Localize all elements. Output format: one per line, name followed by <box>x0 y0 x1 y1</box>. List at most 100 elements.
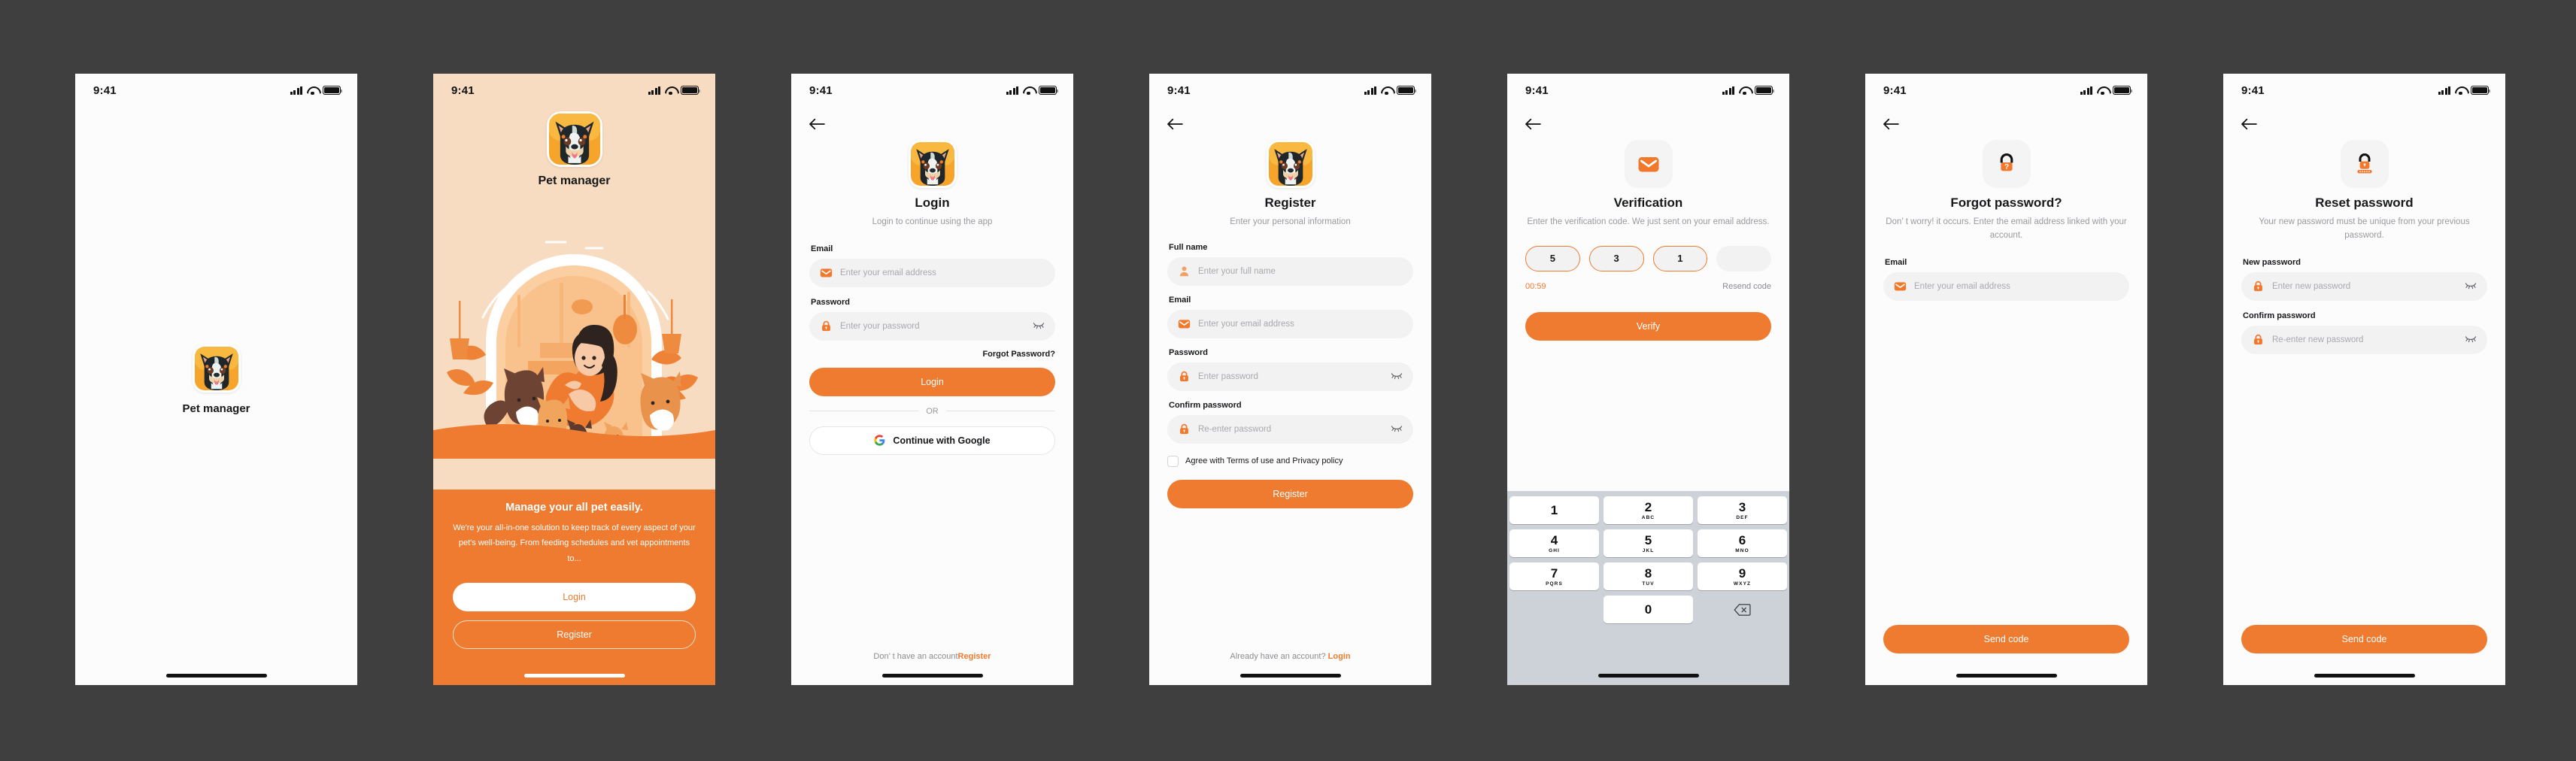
cellular-signal-icon <box>2080 86 2092 95</box>
eye-off-icon[interactable] <box>1391 372 1403 380</box>
password-label: Password <box>1169 347 1208 357</box>
email-field[interactable]: Enter your email address <box>809 258 1055 287</box>
key-5[interactable]: 5 JKL <box>1604 529 1693 557</box>
confirm-password-field[interactable]: Re-enter password <box>1167 414 1413 444</box>
cellular-signal-icon <box>648 86 660 95</box>
page-title: Register <box>1264 196 1316 210</box>
eye-off-icon[interactable] <box>2465 282 2477 290</box>
status-bar: 9:41 <box>433 74 715 107</box>
back-button[interactable] <box>1882 114 1901 134</box>
login-link[interactable]: Login <box>1328 652 1351 661</box>
cellular-signal-icon <box>1722 86 1734 95</box>
battery-icon <box>681 86 701 95</box>
arrow-left-icon <box>1166 117 1184 131</box>
key-1[interactable]: 1 <box>1509 496 1599 524</box>
continue-with-google-button[interactable]: Continue with Google <box>809 426 1055 455</box>
google-g-icon <box>874 435 885 446</box>
eye-off-icon[interactable] <box>1391 425 1403 433</box>
phone-verification: 9:41 Verification Enter the verification… <box>1507 74 1789 685</box>
register-prompt-text: Don’ t have an account <box>873 652 958 661</box>
battery-icon <box>323 86 343 95</box>
key-3[interactable]: 3 DEF <box>1698 496 1787 524</box>
person-icon <box>1178 265 1191 277</box>
email-label: Email <box>1169 295 1191 305</box>
confirm-password-label: Confirm password <box>2243 311 2316 320</box>
otp-input-group[interactable]: 5 3 1 <box>1525 245 1771 271</box>
fullname-placeholder: Enter your full name <box>1198 266 1276 276</box>
new-password-field[interactable]: Enter new password <box>2241 271 2487 301</box>
screens-board: 9:41 Pet manager 9:41 Pet manager Manage… <box>0 0 2576 761</box>
login-prompt: Already have an account? Login <box>1149 652 1431 661</box>
register-submit-button[interactable]: Register <box>1167 479 1413 508</box>
otp-digit-4[interactable] <box>1716 245 1771 271</box>
status-bar: 9:41 <box>1149 74 1431 107</box>
password-field[interactable]: Enter password <box>1167 362 1413 391</box>
password-field[interactable]: Enter your password <box>809 311 1055 341</box>
status-time: 9:41 <box>451 83 475 97</box>
status-bar: 9:41 <box>1865 74 2147 107</box>
status-time: 9:41 <box>1167 83 1191 97</box>
resend-code-link[interactable]: Resend code <box>1722 282 1771 291</box>
send-code-button[interactable]: Send code <box>1883 625 2129 653</box>
otp-digit-2[interactable]: 3 <box>1588 245 1644 271</box>
home-indicator <box>2314 674 2415 678</box>
key-9[interactable]: 9 WXYZ <box>1698 562 1787 590</box>
phone-login: 9:41 Login Login to continue using the a… <box>791 74 1073 685</box>
send-code-button[interactable]: Send code <box>2241 625 2487 653</box>
eye-off-icon[interactable] <box>1033 322 1045 330</box>
key-0[interactable]: 0 <box>1604 596 1693 623</box>
battery-icon <box>1755 86 1775 95</box>
envelope-icon <box>1637 153 1660 175</box>
home-indicator <box>1597 674 1699 678</box>
register-link[interactable]: Register <box>958 652 991 661</box>
back-button[interactable] <box>1166 114 1185 134</box>
back-button[interactable] <box>1524 114 1543 134</box>
email-field[interactable]: Enter your email address <box>1167 309 1413 338</box>
backspace-key[interactable] <box>1698 596 1787 623</box>
divider-or: OR <box>809 407 1055 416</box>
home-indicator <box>1956 674 2057 678</box>
terms-agreement-row[interactable]: Agree with Terms of use and Privacy poli… <box>1167 455 1413 467</box>
terms-checkbox[interactable] <box>1167 455 1179 467</box>
arrow-left-icon <box>1882 117 1900 131</box>
key-6[interactable]: 6 MNO <box>1698 529 1787 557</box>
page-title: Forgot password? <box>1950 196 2062 210</box>
onboarding-heading: Manage your all pet easily. <box>505 502 643 514</box>
confirm-password-field[interactable]: Re-enter new password <box>2241 325 2487 354</box>
status-bar: 9:41 <box>75 74 357 107</box>
lock-question-icon <box>1994 151 2019 177</box>
status-bar: 9:41 <box>791 74 1073 107</box>
google-button-label: Continue with Google <box>893 435 991 446</box>
back-button[interactable] <box>2240 114 2259 134</box>
login-button[interactable]: Login <box>453 583 696 612</box>
key-7[interactable]: 7 PQRS <box>1509 562 1599 590</box>
cellular-signal-icon <box>2438 86 2450 95</box>
battery-icon <box>2113 86 2133 95</box>
verify-button[interactable]: Verify <box>1525 311 1771 341</box>
phone-forgot-password: 9:41 Forgot password? Don’ t worry! it o… <box>1865 74 2147 685</box>
lock-icon <box>1178 370 1191 383</box>
email-field[interactable]: Enter your email address <box>1883 271 2129 301</box>
key-2[interactable]: 2 ABC <box>1604 496 1693 524</box>
arrow-left-icon <box>1524 117 1542 131</box>
back-button[interactable] <box>808 114 827 134</box>
register-button[interactable]: Register <box>453 620 696 650</box>
fullname-field[interactable]: Enter your full name <box>1167 256 1413 286</box>
eye-off-icon[interactable] <box>2465 335 2477 344</box>
password-placeholder: Enter your password <box>840 321 920 331</box>
login-submit-button[interactable]: Login <box>809 367 1055 396</box>
lock-reset-icon <box>2352 151 2377 177</box>
woman-with-pets-illustration <box>433 211 715 459</box>
phone-reset-password: 9:41 Reset password Your new password mu… <box>2223 74 2505 685</box>
wifi-icon <box>307 86 318 96</box>
otp-digit-1[interactable]: 5 <box>1525 245 1580 271</box>
status-time: 9:41 <box>1525 83 1549 97</box>
numeric-keypad: 1 2 ABC 3 DEF 4 GHI 5 JKL 6 MNO 7 PQRS 8… <box>1507 491 1789 685</box>
cellular-signal-icon <box>1364 86 1376 95</box>
password-placeholder: Enter password <box>1198 371 1258 381</box>
otp-digit-3[interactable]: 1 <box>1652 245 1708 271</box>
key-4[interactable]: 4 GHI <box>1509 529 1599 557</box>
splash-content: Pet manager <box>75 74 357 685</box>
key-8[interactable]: 8 TUV <box>1604 562 1693 590</box>
forgot-password-link[interactable]: Forgot Password? <box>809 350 1055 359</box>
